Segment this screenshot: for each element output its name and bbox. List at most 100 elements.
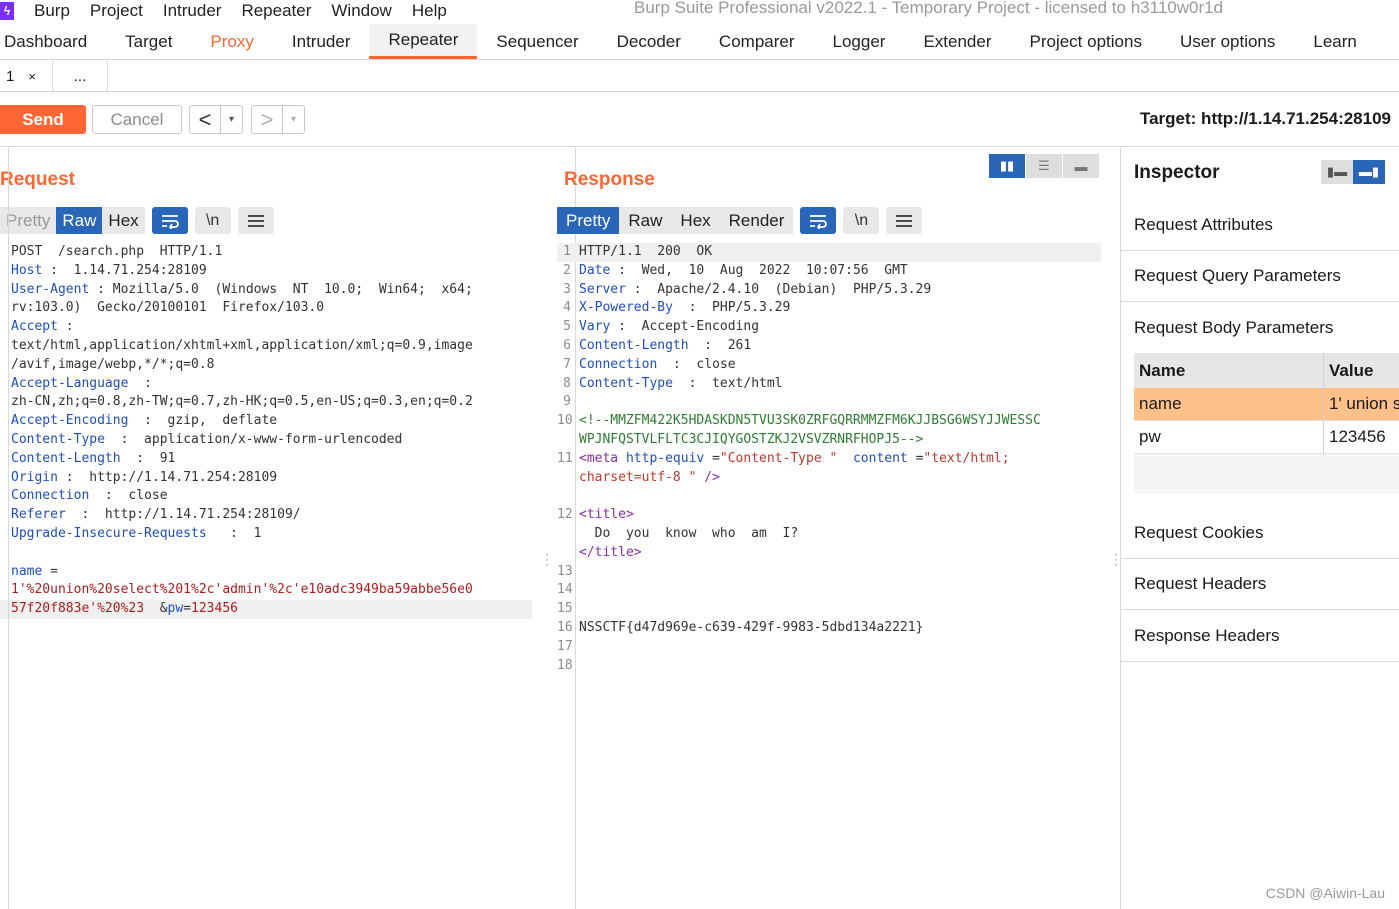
response-view-pretty[interactable]: Pretty: [557, 207, 620, 234]
table-row[interactable]: pw 123456: [1134, 421, 1399, 454]
menu-help[interactable]: Help: [412, 1, 447, 21]
code-line[interactable]: </title>: [557, 544, 1101, 563]
menu-icon[interactable]: [886, 207, 923, 234]
response-editor[interactable]: 1 HTTP/1.1 200 OK 2 Date : Wed, 10 Aug 2022…: [557, 243, 1101, 675]
response-view-raw[interactable]: Raw: [619, 207, 672, 234]
new-tab-button[interactable]: ...: [53, 61, 108, 91]
code-line[interactable]: Content-Type : application/x-www-form-ur…: [0, 431, 532, 450]
request-editor[interactable]: POST /search.php HTTP/1.1 Host : 1.14.71.…: [0, 243, 532, 619]
section-request-cookies[interactable]: Request Cookies: [1121, 507, 1399, 559]
chevron-down-icon[interactable]: ▾: [282, 106, 304, 133]
code-line[interactable]: text/html,application/xhtml+xml,applicat…: [0, 337, 532, 356]
section-request-headers[interactable]: Request Headers: [1121, 559, 1399, 610]
close-icon[interactable]: ×: [28, 69, 36, 84]
code-line[interactable]: 4 X-Powered-By : PHP/5.3.29: [557, 299, 1101, 318]
code-line[interactable]: 12 <title>: [557, 506, 1101, 525]
code-line[interactable]: name =: [0, 563, 532, 582]
tab-learn[interactable]: Learn: [1294, 24, 1375, 59]
tab-intruder[interactable]: Intruder: [273, 24, 370, 59]
code-line[interactable]: rv:103.0) Gecko/20100101 Firefox/103.0: [0, 299, 532, 318]
code-line[interactable]: 3 Server : Apache/2.4.10 (Debian) PHP/5.3…: [557, 281, 1101, 300]
code-line[interactable]: 6 Content-Length : 261: [557, 337, 1101, 356]
menu-burp[interactable]: Burp: [34, 1, 70, 21]
code-line[interactable]: 8 Content-Type : text/html: [557, 375, 1101, 394]
code-line[interactable]: Accept-Encoding : gzip, deflate: [0, 412, 532, 431]
code-line[interactable]: 7 Connection : close: [557, 356, 1101, 375]
code-line[interactable]: 57f20f883e'%20%23 &pw=123456: [0, 600, 532, 619]
code-line[interactable]: 10 <!--MMZFM422K5HDASKDN5TVU3SK0ZRFGQRRMM…: [557, 412, 1101, 431]
wrap-lines-icon[interactable]: [151, 207, 188, 234]
code-line[interactable]: zh-CN,zh;q=0.8,zh-TW;q=0.7,zh-HK;q=0.5,e…: [0, 393, 532, 412]
table-row[interactable]: name 1' union s: [1134, 388, 1399, 421]
column-value-header[interactable]: Value: [1324, 361, 1399, 381]
tab-extender[interactable]: Extender: [904, 24, 1010, 59]
layout-stacked-icon[interactable]: ☰: [1026, 154, 1063, 178]
code-line[interactable]: 13: [557, 563, 1101, 582]
tab-target[interactable]: Target: [106, 24, 191, 59]
section-request-query-parameters[interactable]: Request Query Parameters: [1121, 251, 1399, 302]
code-line[interactable]: Referer : http://1.14.71.254:28109/: [0, 506, 532, 525]
drag-handle-icon[interactable]: · · ·: [545, 548, 549, 570]
code-line[interactable]: 15: [557, 600, 1101, 619]
code-line[interactable]: 5 Vary : Accept-Encoding: [557, 318, 1101, 337]
tab-dashboard[interactable]: Dashboard: [0, 24, 106, 59]
menu-icon[interactable]: [237, 207, 274, 234]
code-line[interactable]: 17: [557, 638, 1101, 657]
code-line[interactable]: 18: [557, 657, 1101, 676]
code-line[interactable]: Accept-Language :: [0, 375, 532, 394]
code-line[interactable]: [0, 544, 532, 563]
code-line[interactable]: Host : 1.14.71.254:28109: [0, 262, 532, 281]
section-request-attributes[interactable]: Request Attributes: [1121, 200, 1399, 251]
code-line[interactable]: /avif,image/webp,*/*;q=0.8: [0, 356, 532, 375]
chevron-down-icon[interactable]: ▾: [220, 106, 242, 133]
tab-logger[interactable]: Logger: [814, 24, 905, 59]
code-line[interactable]: 11 <meta http-equiv ="Content-Type " cont…: [557, 450, 1101, 469]
code-line[interactable]: WPJNFQSTVLFLTC3CJIQYGOSTZKJ2VSVZRNRFHOPJ…: [557, 431, 1101, 450]
code-line[interactable]: Content-Length : 91: [0, 450, 532, 469]
tab-sequencer[interactable]: Sequencer: [477, 24, 597, 59]
code-line[interactable]: 1'%20union%20select%201%2c'admin'%2c'e10…: [0, 581, 532, 600]
cancel-button[interactable]: Cancel: [92, 105, 182, 134]
request-view-hex[interactable]: Hex: [102, 207, 145, 234]
inspector-collapse-icon[interactable]: ▮▬: [1321, 160, 1353, 184]
section-request-body-parameters[interactable]: Request Body Parameters: [1121, 302, 1399, 353]
back-arrow-icon[interactable]: <: [190, 106, 220, 133]
code-line[interactable]: Accept :: [0, 318, 532, 337]
target-label[interactable]: Target: http://1.14.71.254:28109: [1140, 109, 1391, 129]
menu-intruder[interactable]: Intruder: [163, 1, 222, 21]
tab-comparer[interactable]: Comparer: [700, 24, 814, 59]
code-line[interactable]: 16 NSSCTF{d47d969e-c639-429f-9983-5dbd134…: [557, 619, 1101, 638]
menu-repeater[interactable]: Repeater: [241, 1, 311, 21]
section-response-headers[interactable]: Response Headers: [1121, 610, 1399, 662]
tab-project-options[interactable]: Project options: [1011, 24, 1161, 59]
response-view-render[interactable]: Render: [719, 207, 794, 234]
show-newlines-icon[interactable]: \n: [843, 207, 880, 234]
response-view-hex[interactable]: Hex: [671, 207, 720, 234]
code-line[interactable]: Upgrade-Insecure-Requests : 1: [0, 525, 532, 544]
layout-tabs-icon[interactable]: ▬: [1063, 154, 1100, 178]
show-newlines-icon[interactable]: \n: [194, 207, 231, 234]
column-name-header[interactable]: Name: [1134, 353, 1324, 388]
code-line[interactable]: Do you know who am I?: [557, 525, 1101, 544]
wrap-lines-icon[interactable]: [800, 207, 837, 234]
code-line[interactable]: [557, 487, 1101, 506]
layout-side-by-side-icon[interactable]: ▮▮: [989, 154, 1026, 178]
request-view-raw[interactable]: Raw: [56, 207, 103, 234]
code-line[interactable]: Connection : close: [0, 487, 532, 506]
code-line[interactable]: 9: [557, 393, 1101, 412]
send-button[interactable]: Send: [0, 105, 86, 134]
repeater-tab-1[interactable]: 1 ×: [0, 61, 53, 91]
code-line[interactable]: charset=utf-8 " />: [557, 469, 1101, 488]
menu-window[interactable]: Window: [331, 1, 391, 21]
code-line[interactable]: 1 HTTP/1.1 200 OK: [557, 243, 1101, 262]
code-line[interactable]: 14: [557, 581, 1101, 600]
code-line[interactable]: POST /search.php HTTP/1.1: [0, 243, 532, 262]
code-line[interactable]: 2 Date : Wed, 10 Aug 2022 10:07:56 GMT: [557, 262, 1101, 281]
tab-repeater[interactable]: Repeater: [369, 24, 478, 59]
tab-proxy[interactable]: Proxy: [191, 24, 272, 59]
drag-handle-icon[interactable]: · · ·: [1114, 548, 1118, 570]
code-line[interactable]: Origin : http://1.14.71.254:28109: [0, 469, 532, 488]
forward-arrow-icon[interactable]: >: [252, 106, 282, 133]
inspector-expand-icon[interactable]: ▬▮: [1353, 160, 1385, 184]
tab-decoder[interactable]: Decoder: [598, 24, 700, 59]
